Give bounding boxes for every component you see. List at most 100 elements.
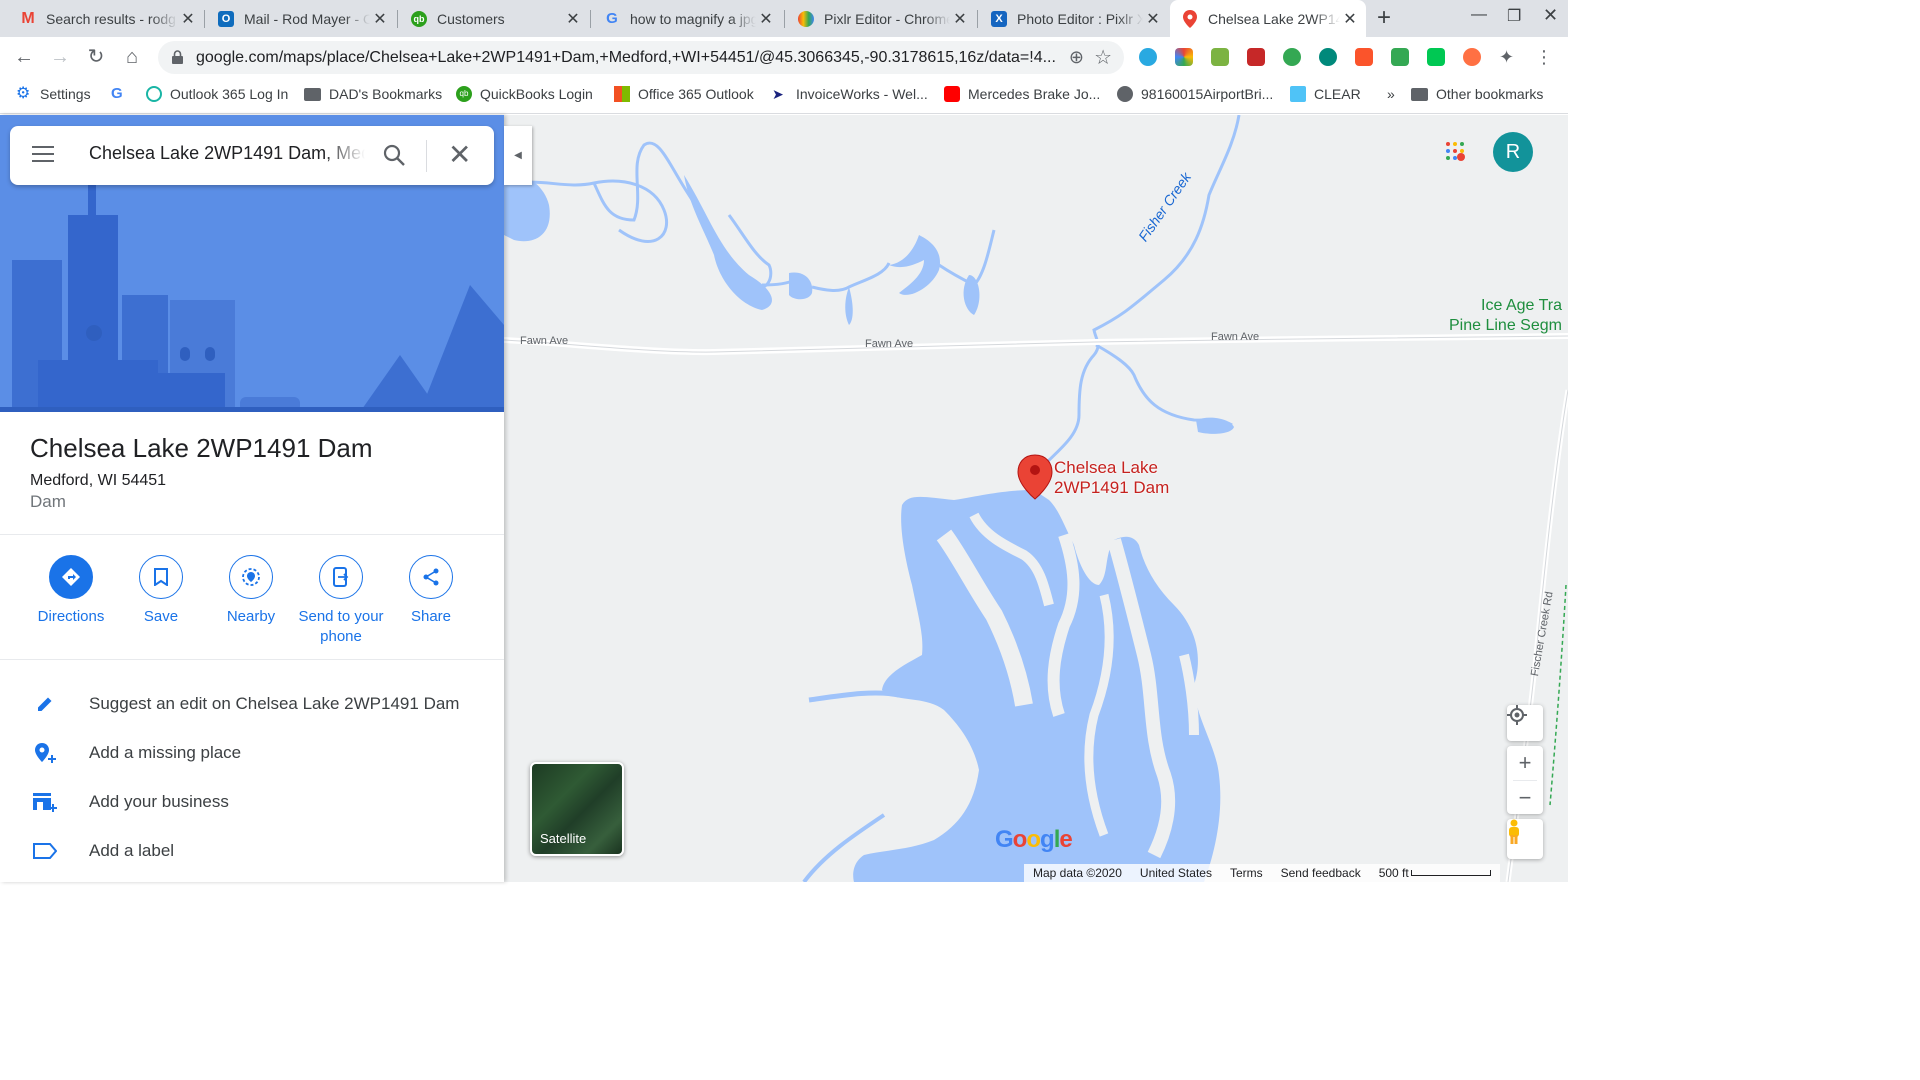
close-icon[interactable]: ✕ — [563, 9, 583, 29]
bookmark-airport[interactable]: 98160015AirportBri... — [1117, 86, 1273, 102]
google-icon: G — [606, 10, 618, 27]
restore-button[interactable]: ❐ — [1507, 6, 1521, 26]
map-data-link[interactable]: Map data ©2020 — [1033, 866, 1122, 880]
zoom-in-button[interactable]: + — [1519, 746, 1532, 780]
grammarly-extension-icon[interactable] — [1283, 48, 1301, 66]
place-type[interactable]: Dam — [30, 492, 66, 512]
tab-pixlr-x[interactable]: X Photo Editor : Pixlr X ✕ — [979, 0, 1169, 37]
tab-title: how to magnify a jpg — [630, 10, 756, 27]
cloud-extension-icon[interactable] — [1139, 48, 1157, 66]
tab-separator — [590, 10, 591, 28]
brave-extension-icon[interactable] — [1355, 48, 1373, 66]
action-label: Nearby — [226, 608, 276, 625]
close-icon[interactable]: ✕ — [448, 138, 471, 171]
account-avatar[interactable]: R — [1493, 132, 1533, 172]
tab-customers[interactable]: qb Customers ✕ — [399, 0, 589, 37]
add-missing-place-row[interactable]: Add a missing place — [0, 733, 504, 773]
action-label: Save — [143, 608, 179, 625]
tab-gmail[interactable]: M Search results - rodg ✕ — [8, 0, 204, 37]
bookmark-label: Other bookmarks — [1436, 86, 1544, 102]
bookmark-clear[interactable]: CLEAR — [1290, 86, 1361, 102]
bookmark-outlook[interactable]: Outlook 365 Log In — [146, 86, 288, 102]
row-label: Add a missing place — [89, 743, 242, 762]
place-pin-label[interactable]: Chelsea Lake 2WP1491 Dam — [1054, 458, 1169, 498]
share-button[interactable]: Share — [383, 555, 479, 627]
puzzle-icon[interactable]: ✦ — [1499, 48, 1517, 66]
close-icon[interactable]: ✕ — [1340, 9, 1360, 29]
home-button[interactable]: ⌂ — [120, 45, 144, 69]
directions-button[interactable]: Directions — [23, 555, 119, 627]
poi-label-line: Pine Line Segm — [1449, 317, 1562, 334]
mail-extension-icon[interactable] — [1247, 48, 1265, 66]
pegman-button[interactable] — [1507, 819, 1543, 859]
new-tab-button[interactable]: + — [1377, 4, 1391, 32]
invoiceworks-icon: ➤ — [772, 86, 784, 102]
search-icon[interactable] — [382, 143, 406, 172]
section-divider — [0, 534, 504, 535]
zoom-out-button[interactable]: − — [1519, 781, 1532, 814]
forward-button[interactable]: → — [48, 45, 72, 69]
firefox-extension-icon[interactable] — [1463, 48, 1481, 66]
terms-link[interactable]: Terms — [1230, 866, 1263, 880]
lock-icon[interactable] — [172, 50, 183, 69]
search-input[interactable]: Chelsea Lake 2WP1491 Dam, Medford — [89, 143, 365, 164]
apps-extension-icon[interactable] — [1175, 48, 1193, 66]
bookmark-quickbooks[interactable]: qb QuickBooks Login — [456, 86, 593, 102]
bookmark-office365[interactable]: Office 365 Outlook — [614, 86, 754, 102]
address-bar[interactable]: google.com/maps/place/Chelsea+Lake+2WP14… — [158, 41, 1124, 74]
collapse-panel-button[interactable]: ◀ — [504, 126, 532, 185]
bookmark-google[interactable]: G — [111, 86, 135, 102]
nearby-button[interactable]: Nearby — [203, 555, 299, 627]
tab-google-maps[interactable]: Chelsea Lake 2WP1491 ✕ — [1170, 0, 1366, 37]
reload-button[interactable]: ↻ — [84, 45, 108, 69]
bug-extension-icon[interactable] — [1211, 48, 1229, 66]
search-box[interactable]: Chelsea Lake 2WP1491 Dam, Medford ✕ — [10, 126, 494, 185]
tab-pixlr-editor[interactable]: Pixlr Editor - Chrome ✕ — [786, 0, 976, 37]
bookmark-settings[interactable]: ⚙ Settings — [16, 86, 91, 103]
kebab-menu-icon[interactable]: ⋮ — [1535, 48, 1553, 66]
window-close-button[interactable]: ✕ — [1543, 5, 1558, 26]
send-to-phone-icon — [319, 555, 363, 599]
bookmark-label: Outlook 365 Log In — [170, 86, 289, 102]
back-button[interactable]: ← — [12, 45, 36, 69]
share-icon — [409, 555, 453, 599]
bookmark-mercedes[interactable]: Mercedes Brake Jo... — [944, 86, 1100, 102]
pin-label-line: Chelsea Lake — [1054, 458, 1158, 477]
bookmark-label: CLEAR — [1314, 86, 1361, 102]
my-location-button[interactable] — [1507, 705, 1543, 741]
suggest-edit-row[interactable]: Suggest an edit on Chelsea Lake 2WP1491 … — [0, 684, 504, 724]
bookmark-other[interactable]: Other bookmarks — [1411, 86, 1543, 102]
send-feedback-link[interactable]: Send feedback — [1281, 866, 1361, 880]
bookmark-invoiceworks[interactable]: ➤ InvoiceWorks - Wel... — [772, 86, 928, 102]
save-button[interactable]: Save — [113, 555, 209, 627]
trail-poi-label[interactable]: Ice Age Tra Pine Line Segm — [1449, 296, 1562, 336]
browser-toolbar: ← → ↻ ⌂ google.com/maps/place/Chelsea+La… — [0, 37, 1568, 78]
send-to-phone-button[interactable]: Send to your phone — [293, 555, 389, 647]
bookmarks-overflow-chevron[interactable]: » — [1387, 86, 1395, 102]
add-business-icon — [30, 791, 60, 813]
add-business-row[interactable]: Add your business — [0, 782, 504, 822]
scale-bar[interactable]: 500 ft — [1379, 866, 1491, 880]
tab-google-search[interactable]: G how to magnify a jpg ✕ — [592, 0, 782, 37]
a-extension-icon[interactable] — [1319, 48, 1337, 66]
microsoft-icon — [614, 86, 630, 102]
facetime-extension-icon[interactable] — [1427, 48, 1445, 66]
close-icon[interactable]: ✕ — [756, 9, 776, 29]
chat-extension-icon[interactable] — [1391, 48, 1409, 66]
minimize-button[interactable]: — — [1471, 6, 1487, 24]
add-label-row[interactable]: Add a label — [0, 831, 504, 871]
outlook-icon: O — [218, 10, 234, 27]
google-apps-icon[interactable] — [1445, 141, 1465, 161]
close-icon[interactable]: ✕ — [1143, 9, 1163, 29]
close-icon[interactable]: ✕ — [370, 9, 390, 29]
bookmark-dads[interactable]: DAD's Bookmarks — [304, 86, 442, 102]
tab-outlook[interactable]: O Mail - Rod Mayer - O ✕ — [206, 0, 396, 37]
map-canvas[interactable]: Fawn Ave Fawn Ave Fawn Ave Fisher Creek … — [504, 115, 1568, 882]
zoom-icon[interactable]: ⊕ — [1069, 47, 1084, 68]
region-link[interactable]: United States — [1140, 866, 1212, 880]
close-icon[interactable]: ✕ — [178, 9, 198, 29]
satellite-toggle[interactable]: Satellite — [530, 762, 624, 856]
close-icon[interactable]: ✕ — [950, 9, 970, 29]
bookmark-star-icon[interactable]: ☆ — [1094, 45, 1112, 70]
hamburger-menu-icon[interactable] — [32, 146, 56, 164]
